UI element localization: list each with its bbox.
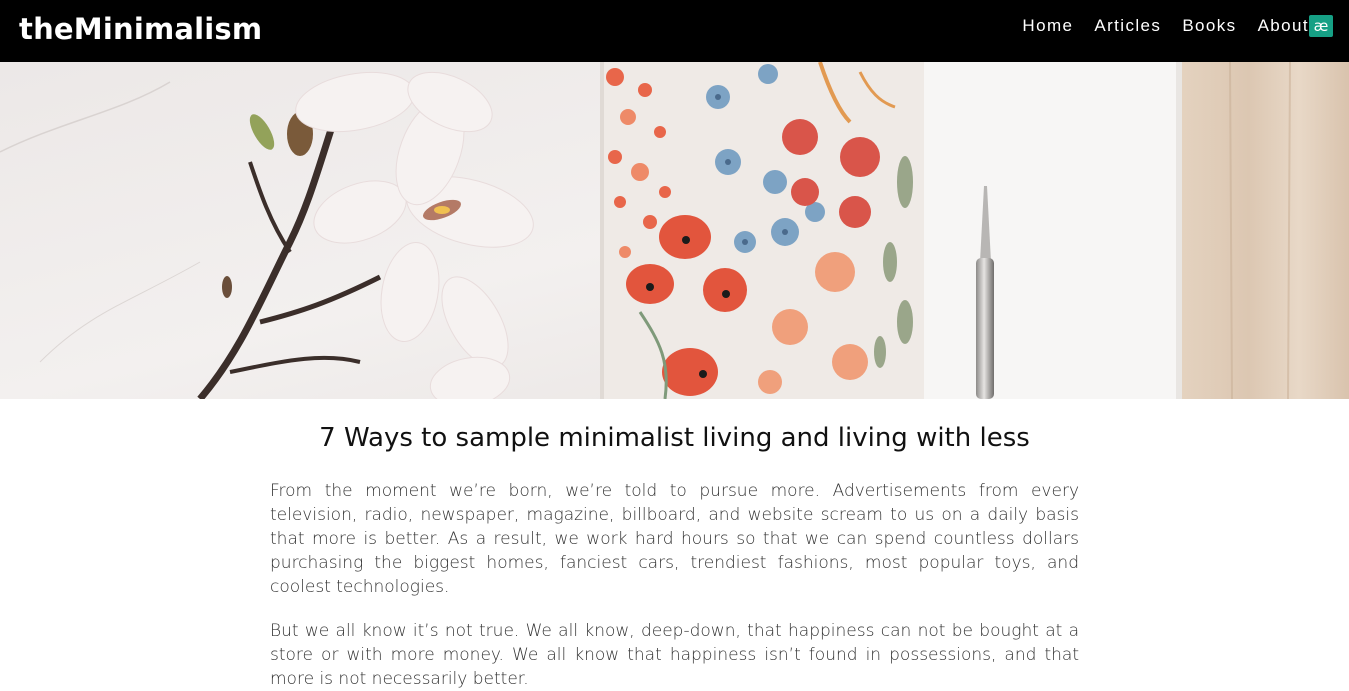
hero-photo-flowers-notebook-pen: [0, 62, 1349, 399]
article: 7 Ways to sample minimalist living and l…: [270, 399, 1079, 691]
article-paragraph: But we all know it’s not true. We all kn…: [270, 621, 1079, 689]
nav-links: Home Articles Books About æ: [1001, 14, 1333, 38]
article-paragraph: From the moment we’re born, we’re told t…: [270, 481, 1079, 597]
nav-about-link[interactable]: About: [1258, 14, 1309, 38]
hero-image: [0, 62, 1349, 399]
ae-extension-icon[interactable]: æ: [1309, 15, 1333, 37]
nav-home-link[interactable]: Home: [1022, 14, 1073, 38]
nav-books-link[interactable]: Books: [1182, 14, 1236, 38]
site-logo[interactable]: theMinimalism: [19, 9, 262, 49]
top-navbar: theMinimalism Home Articles Books About …: [0, 0, 1349, 62]
nav-articles-link[interactable]: Articles: [1094, 14, 1161, 38]
article-title: 7 Ways to sample minimalist living and l…: [319, 423, 1030, 453]
